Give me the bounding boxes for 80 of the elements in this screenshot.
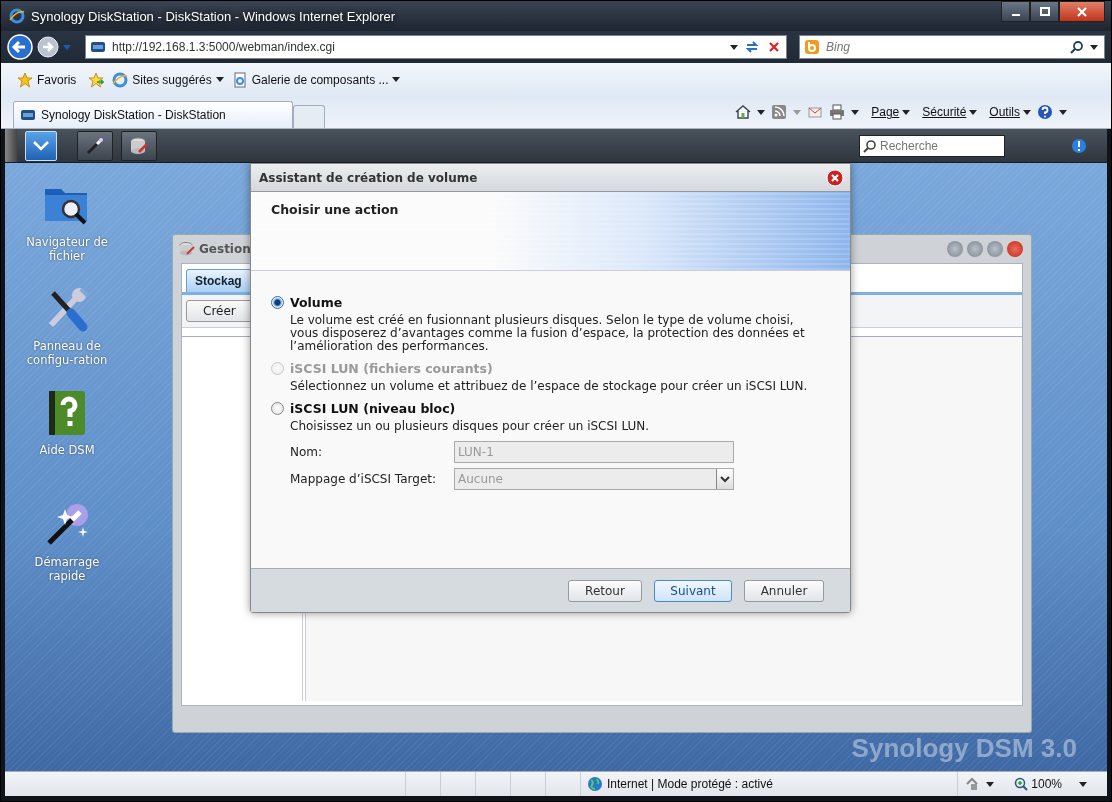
caret-icon[interactable] [986,781,995,787]
caret-icon [1023,109,1031,115]
globe-icon [587,776,603,792]
option-label: iSCSI LUN (niveau bloc) [290,401,456,416]
browser-logo-icon [9,8,25,24]
brand-text: Synology DSM 3.0 [851,733,1077,763]
caret-icon [1079,781,1087,787]
next-button[interactable]: Suivant [654,579,732,602]
caret-icon [902,109,911,115]
window-title: Synology DiskStation - DiskStation - Windows Internet Explorer [31,8,396,24]
zoom-control[interactable]: 100% [1014,777,1087,791]
dialog-button[interactable]: Annuler [744,579,824,602]
minimize-icon [1011,13,1020,16]
option-description: Choisissez un ou plusieurs disques pour créer un iSCSI LUN. [290,420,651,433]
page-icon [231,71,248,88]
caret-icon [215,77,224,82]
caret-icon [969,109,978,115]
caret-icon[interactable] [851,109,860,115]
command-menu[interactable]: Page [871,105,911,119]
zoom-icon [1014,777,1029,791]
site-icon [20,107,36,123]
maximize-button[interactable] [1030,1,1059,22]
dialog-button[interactable]: Retour [568,579,642,602]
create-button[interactable]: Créer [186,300,253,322]
help-icon[interactable] [1037,104,1053,120]
caret-icon[interactable] [1059,109,1067,115]
caret-icon [720,475,730,483]
home-icon[interactable] [735,104,752,120]
command-menu[interactable]: Outils [989,105,1031,119]
favorites-item[interactable]: Sites suggérés [112,71,224,88]
radio-button[interactable] [271,296,284,309]
option-description: Sélectionnez un volume et attribuez de l’espace de stockage pour créer un iSCSI LUN. [290,380,809,393]
add-favorite-icon[interactable] [88,71,105,88]
caret-icon[interactable] [757,109,766,115]
radio-button[interactable] [271,402,284,415]
window-title: Gestion [199,242,251,256]
caret-icon [392,77,401,82]
refresh-icon[interactable] [744,39,760,55]
favorites-item[interactable]: Galerie de composants ... [231,71,401,88]
favorites-item[interactable]: Favoris [17,71,77,88]
mail-icon[interactable] [807,104,824,120]
maximize-icon [1039,6,1050,17]
option-description: Le volume est créé en fusionnant plusieurs disques. Selon le type de volume choisi, vous disposerez d’avantages comme la fusion d’espace, la protection des données et l’amélioration des performances. [290,314,806,353]
star-icon [17,71,33,88]
caret-icon[interactable] [730,44,738,50]
feed-icon[interactable] [771,104,788,120]
search-icon [863,138,877,153]
browser-tab[interactable]: Synology DiskStation - DiskStation [13,101,293,128]
storage-icon [179,241,195,257]
browser-logo-icon [112,71,129,88]
step-heading: Choisir une action [271,202,399,217]
notification-icon[interactable] [1071,137,1087,154]
printer-icon[interactable] [829,104,846,120]
status-text: Internet | Mode protégé : activé [607,777,773,791]
dialog-title: Assistant de création de volume [259,170,478,185]
wand-button[interactable] [77,130,113,161]
magic-wand-icon [85,135,105,156]
address-field[interactable]: http://192.168.1.3:5000/webman/index.cgi [85,35,787,59]
site-icon [90,39,106,55]
search-provider-icon [804,39,820,55]
option-label: Volume [290,295,343,310]
search-icon[interactable] [1070,40,1084,54]
caret-icon[interactable] [1090,44,1098,50]
search-field[interactable]: Bing [799,35,1105,59]
storage-button[interactable] [121,130,157,161]
close-button[interactable] [1059,1,1105,22]
field-label: Nom: [290,445,324,459]
search-field[interactable]: Recherche [859,134,1005,157]
start-menu-button[interactable] [25,130,57,161]
option-label: iSCSI LUN (fichiers courants) [290,361,493,376]
close-icon [1077,6,1087,17]
command-menu[interactable]: Sécurité [922,105,978,119]
minimize-button[interactable] [1001,1,1030,22]
chevron-icon [33,140,49,151]
field-label: Mappage d’iSCSI Target: [290,472,437,486]
forward-button[interactable] [37,36,59,58]
taskbar-grip[interactable] [5,129,17,162]
back-button[interactable] [7,34,33,60]
desktop-shortcut[interactable]: Démarrage rapide [19,501,115,583]
database-icon [129,135,149,156]
